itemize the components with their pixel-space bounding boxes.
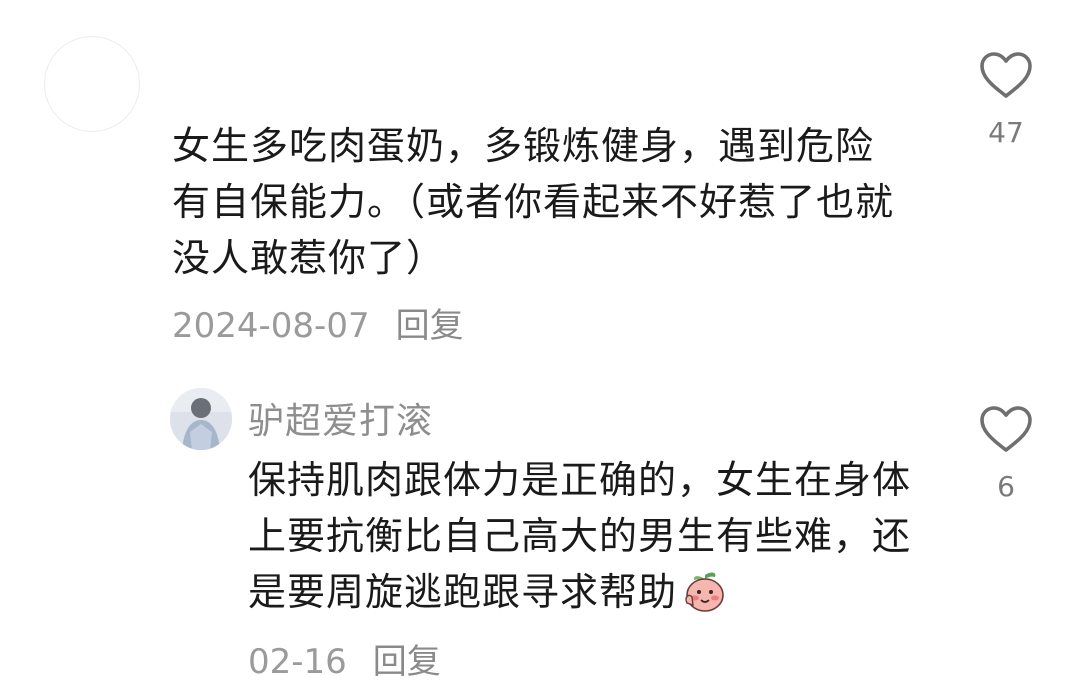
- reply-date: 02-16: [248, 642, 347, 682]
- comment-date: 2024-08-07: [172, 306, 370, 346]
- reply-username[interactable]: 驴超爱打滚: [248, 392, 433, 444]
- reply-meta: 02-16 回复: [248, 634, 441, 683]
- like-count: 47: [988, 116, 1024, 149]
- reply-avatar[interactable]: [170, 388, 232, 450]
- reply-text-content: 保持肌肉跟体力是正确的，女生在身体上要抗衡比自己高大的男生有些难，还是要周旋逃跑…: [248, 458, 912, 614]
- like-button[interactable]: 47: [976, 50, 1036, 149]
- heart-outline-icon: [980, 52, 1032, 98]
- comment-meta: 2024-08-07 回复: [172, 298, 464, 347]
- peach-blush-emoji: [685, 572, 724, 612]
- reply-button[interactable]: 回复: [396, 306, 464, 346]
- comment-text: 女生多吃肉蛋奶，多锻炼健身，遇到危险有自保能力。（或者你看起来不好惹了也就没人敢…: [172, 124, 895, 280]
- heart-outline-icon: [980, 406, 1032, 452]
- reply-reply-button[interactable]: 回复: [373, 642, 441, 682]
- reply-like-button[interactable]: 6: [976, 404, 1036, 503]
- reply-like-count: 6: [997, 470, 1015, 503]
- reply-text: 保持肌肉跟体力是正确的，女生在身体上要抗衡比自己高大的男生有些难，还是要周旋逃跑…: [248, 452, 938, 620]
- avatar-photo-icon: [170, 388, 232, 450]
- avatar[interactable]: [44, 36, 140, 132]
